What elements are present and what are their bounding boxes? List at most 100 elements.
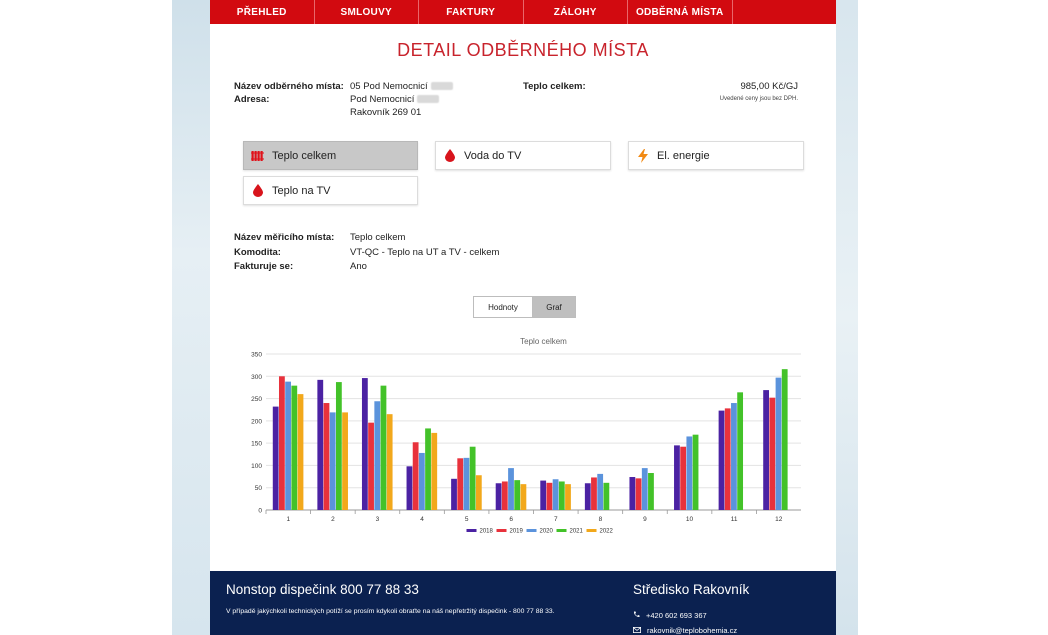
- top-navigation: PŘEHLED SMLOUVY FAKTURY ZÁLOHY ODBĚRNÁ M…: [210, 0, 836, 24]
- bar-2019-10: [680, 446, 687, 510]
- bar-2022-2: [342, 412, 348, 510]
- commodity-label: Komodita:: [234, 246, 281, 258]
- nav-smlouvy[interactable]: SMLOUVY: [315, 0, 419, 24]
- x-tick-label: 3: [376, 516, 380, 523]
- bar-2019-11: [724, 408, 731, 510]
- bar-2018-11: [718, 410, 725, 510]
- bar-2020-5: [463, 457, 470, 510]
- bar-2020-9: [641, 468, 648, 510]
- y-tick-label: 50: [255, 485, 263, 492]
- chart-title: Teplo celkem: [520, 337, 567, 346]
- bar-2018-9: [629, 477, 636, 510]
- x-tick-label: 10: [686, 516, 694, 523]
- legend-swatch-2022: [586, 529, 597, 532]
- bar-2020-11: [731, 403, 737, 510]
- bar-2019-7: [546, 482, 553, 510]
- commodity-value: VT-QC - Teplo na UT a TV - celkem: [350, 246, 500, 258]
- water-drop-icon: [244, 184, 272, 197]
- address-line-1: Pod Nemocnicí: [350, 94, 415, 105]
- bar-2018-7: [540, 480, 547, 510]
- x-tick-label: 9: [643, 516, 647, 523]
- legend-label-2022: 2022: [600, 529, 614, 535]
- invoiced-label: Fakturuje se:: [234, 261, 294, 272]
- bar-2021-3: [380, 385, 387, 510]
- nav-odberna-mista[interactable]: ODBĚRNÁ MÍSTA: [628, 0, 733, 24]
- bar-2021-1: [291, 385, 298, 510]
- page: PŘEHLED SMLOUVY FAKTURY ZÁLOHY ODBĚRNÁ M…: [210, 0, 836, 635]
- x-tick-label: 11: [731, 516, 738, 523]
- bar-2022-3: [386, 414, 393, 510]
- legend-label-2020: 2020: [540, 529, 554, 535]
- email-link[interactable]: rakovnik@teplobohemia.cz: [647, 626, 737, 635]
- bar-2022-1: [297, 394, 304, 510]
- water-drop-icon: [436, 149, 464, 162]
- bar-2018-1: [272, 406, 279, 510]
- tile-voda-do-tv[interactable]: Voda do TV: [435, 141, 611, 170]
- footer: Nonstop dispečink 800 77 88 33 V případě…: [210, 571, 836, 635]
- dispatch-text: V případě jakýchkoli technických potíží …: [226, 608, 555, 615]
- bar-2020-2: [329, 412, 336, 510]
- bar-2019-12: [769, 397, 776, 510]
- x-tick-label: 4: [420, 516, 424, 523]
- bar-2021-9: [648, 473, 654, 510]
- bar-2022-6: [520, 484, 527, 510]
- bar-2018-6: [495, 483, 502, 510]
- place-name-label: Název odběrného místa:: [234, 81, 344, 92]
- legend-swatch-2019: [496, 529, 507, 532]
- values-button[interactable]: Hodnoty: [474, 297, 532, 317]
- bar-2020-6: [508, 468, 514, 510]
- nav-faktury[interactable]: FAKTURY: [419, 0, 524, 24]
- tile-teplo-celkem[interactable]: Teplo celkem: [243, 141, 418, 170]
- tile-el-energie[interactable]: El. energie: [628, 141, 804, 170]
- bar-2018-10: [674, 445, 680, 510]
- meter-name-label: Název měřicího místa:: [234, 232, 335, 243]
- heat-price-label-wrap: Teplo celkem:: [523, 80, 586, 93]
- center-title: Středisko Rakovník: [633, 582, 750, 597]
- phone-icon: [633, 611, 640, 620]
- redacted-mark: [430, 82, 453, 91]
- bar-2018-5: [451, 478, 457, 510]
- bar-2020-10: [686, 436, 693, 510]
- heat-price-wrap: 985,00 Kč/GJ Uvedené ceny jsou bez DPH.: [680, 80, 798, 106]
- bar-2019-3: [368, 422, 374, 510]
- graph-button[interactable]: Graf: [532, 297, 575, 317]
- legend-label-2021: 2021: [570, 529, 584, 535]
- tile-label: El. energie: [657, 149, 710, 162]
- x-tick-label: 5: [465, 516, 469, 523]
- bar-2021-11: [737, 392, 744, 510]
- place-labels: Název odběrného místa: Adresa:: [234, 80, 344, 106]
- bar-2021-12: [781, 369, 788, 510]
- bar-2018-2: [317, 379, 324, 510]
- nav-zalohy[interactable]: ZÁLOHY: [524, 0, 628, 24]
- consumption-chart: Teplo celkem0501001502002503003501 2 3 4 5 6 7…: [251, 337, 801, 535]
- bar-2020-7: [552, 479, 559, 510]
- nav-prehled[interactable]: PŘEHLED: [210, 0, 315, 24]
- background-right: [836, 0, 858, 635]
- lightning-icon: [629, 148, 657, 163]
- bar-2021-7: [558, 481, 565, 510]
- bar-2021-2: [335, 382, 342, 510]
- x-tick-label: 6: [509, 516, 513, 523]
- place-name-value: 05 Pod Nemocnicí: [350, 81, 428, 92]
- meter-name-value: Teplo celkem: [350, 232, 406, 243]
- x-tick-label: 7: [554, 516, 558, 523]
- bar-2020-8: [597, 473, 604, 510]
- heat-price-label: Teplo celkem:: [523, 81, 586, 92]
- radiator-icon: [244, 150, 272, 162]
- address-line-2: Rakovník 269 01: [350, 107, 422, 118]
- legend-swatch-2021: [556, 529, 567, 532]
- bar-2019-5: [457, 458, 464, 510]
- tile-teplo-na-tv[interactable]: Teplo na TV: [243, 176, 418, 205]
- phone-number: +420 602 693 367: [646, 611, 707, 620]
- bar-2021-8: [603, 482, 610, 510]
- background-left: [172, 0, 210, 635]
- bar-2022-5: [475, 475, 482, 510]
- address-label: Adresa:: [234, 94, 270, 105]
- bar-2018-3: [361, 378, 368, 510]
- nav-fill: [733, 0, 837, 24]
- bar-2021-4: [425, 428, 431, 510]
- legend-swatch-2018: [466, 529, 477, 532]
- place-values: 05 Pod Nemocnicí Pod Nemocnicí Rakovník …: [350, 80, 453, 119]
- bar-2020-1: [285, 381, 291, 510]
- meter-values: Teplo celkem VT-QC - Teplo na UT a TV - …: [350, 231, 499, 275]
